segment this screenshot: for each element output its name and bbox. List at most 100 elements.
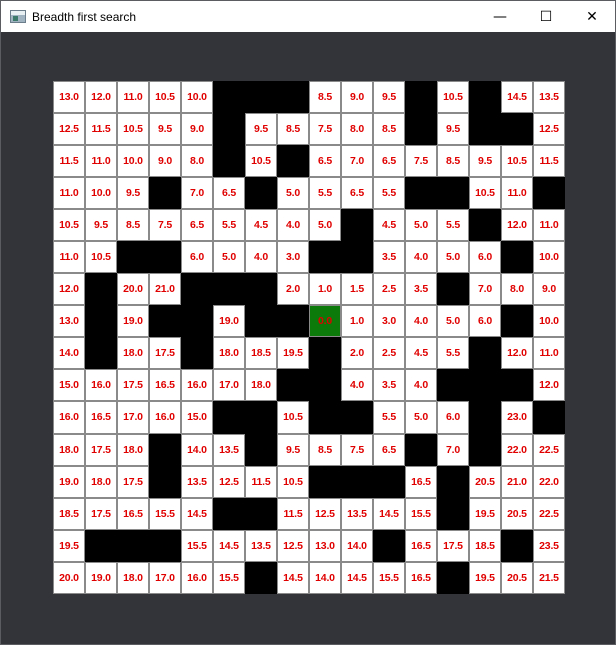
distance-cell: 11.5	[245, 465, 277, 498]
wall-cell	[341, 209, 373, 242]
distance-cell: 6.0	[181, 241, 213, 274]
distance-cell: 21.0	[149, 273, 181, 306]
distance-cell: 14.5	[213, 529, 245, 562]
wall-cell	[405, 81, 437, 114]
distance-cell: 14.0	[53, 337, 85, 370]
distance-cell: 6.5	[373, 433, 405, 466]
distance-cell: 9.0	[149, 145, 181, 178]
distance-cell: 14.5	[341, 561, 373, 594]
distance-cell: 21.5	[533, 561, 565, 594]
distance-cell: 12.0	[53, 273, 85, 306]
distance-cell: 6.0	[437, 401, 469, 434]
wall-cell	[181, 337, 213, 370]
wall-cell	[213, 145, 245, 178]
distance-cell: 4.5	[405, 337, 437, 370]
wall-cell	[437, 177, 469, 210]
distance-cell: 6.5	[341, 177, 373, 210]
distance-cell: 2.0	[277, 273, 309, 306]
distance-cell: 6.5	[309, 145, 341, 178]
distance-cell: 16.5	[405, 561, 437, 594]
distance-cell: 1.0	[341, 305, 373, 338]
distance-cell: 15.5	[181, 529, 213, 562]
wall-cell	[149, 241, 181, 274]
distance-cell: 18.5	[469, 529, 501, 562]
distance-cell: 17.5	[85, 497, 117, 530]
wall-cell	[469, 113, 501, 146]
distance-cell: 5.0	[309, 209, 341, 242]
distance-cell: 5.0	[437, 305, 469, 338]
distance-cell: 7.0	[437, 433, 469, 466]
distance-cell: 18.0	[117, 337, 149, 370]
distance-cell: 9.0	[341, 81, 373, 114]
distance-cell: 11.0	[501, 177, 533, 210]
distance-cell: 5.5	[437, 337, 469, 370]
distance-cell: 8.5	[309, 81, 341, 114]
app-window: Breadth first search — ☐ ✕ 13.0 12.0 11.0 1…	[0, 0, 616, 645]
wall-cell	[373, 465, 405, 498]
window-title: Breadth first search	[32, 9, 137, 24]
distance-cell: 5.0	[213, 241, 245, 274]
distance-cell: 15.0	[181, 401, 213, 434]
distance-cell: 10.5	[149, 81, 181, 114]
minimize-button[interactable]: —	[477, 1, 523, 32]
wall-cell	[341, 401, 373, 434]
distance-cell: 10.5	[53, 209, 85, 242]
distance-cell: 21.0	[501, 465, 533, 498]
distance-cell: 11.0	[53, 241, 85, 274]
distance-cell: 5.0	[277, 177, 309, 210]
distance-cell: 8.0	[181, 145, 213, 178]
wall-cell	[437, 497, 469, 530]
distance-cell: 10.5	[85, 241, 117, 274]
wall-cell	[149, 529, 181, 562]
distance-cell: 5.5	[373, 177, 405, 210]
wall-cell	[501, 305, 533, 338]
wall-cell	[117, 241, 149, 274]
distance-cell: 7.0	[341, 145, 373, 178]
distance-cell: 18.5	[245, 337, 277, 370]
window-controls: — ☐ ✕	[477, 1, 615, 32]
distance-cell: 9.5	[437, 113, 469, 146]
distance-cell: 4.0	[405, 305, 437, 338]
distance-cell: 16.0	[181, 561, 213, 594]
wall-cell	[469, 337, 501, 370]
distance-cell: 4.0	[405, 369, 437, 402]
distance-cell: 20.0	[53, 561, 85, 594]
distance-cell: 17.0	[149, 561, 181, 594]
distance-cell: 9.5	[469, 145, 501, 178]
distance-cell: 14.5	[181, 497, 213, 530]
distance-cell: 6.5	[373, 145, 405, 178]
wall-cell	[213, 81, 245, 114]
distance-cell: 15.5	[213, 561, 245, 594]
distance-cell: 18.0	[53, 433, 85, 466]
wall-cell	[437, 273, 469, 306]
close-button[interactable]: ✕	[569, 1, 615, 32]
maze-grid: 13.0 12.0 11.0 10.5 10.0 8.5 9.0 9.5 10.5 14.5 13.…	[53, 81, 565, 594]
distance-cell: 11.0	[85, 145, 117, 178]
title-bar[interactable]: Breadth first search — ☐ ✕	[1, 1, 615, 32]
wall-cell	[373, 529, 405, 562]
distance-cell: 7.5	[309, 113, 341, 146]
distance-cell: 5.0	[437, 241, 469, 274]
distance-cell: 10.5	[277, 401, 309, 434]
distance-cell: 23.5	[533, 529, 565, 562]
distance-cell: 9.5	[149, 113, 181, 146]
distance-cell: 17.5	[85, 433, 117, 466]
distance-cell: 8.5	[437, 145, 469, 178]
distance-cell: 11.5	[85, 113, 117, 146]
distance-cell: 13.0	[309, 529, 341, 562]
wall-cell	[309, 241, 341, 274]
wall-cell	[85, 337, 117, 370]
wall-cell	[405, 433, 437, 466]
distance-cell: 7.0	[469, 273, 501, 306]
distance-cell: 4.0	[341, 369, 373, 402]
distance-cell: 18.0	[117, 433, 149, 466]
distance-cell: 18.5	[53, 497, 85, 530]
wall-cell	[85, 273, 117, 306]
distance-cell: 3.5	[373, 241, 405, 274]
wall-cell	[245, 305, 277, 338]
maximize-button[interactable]: ☐	[523, 1, 569, 32]
distance-cell: 12.0	[533, 369, 565, 402]
wall-cell	[469, 209, 501, 242]
distance-cell: 19.0	[53, 465, 85, 498]
distance-cell: 9.5	[245, 113, 277, 146]
